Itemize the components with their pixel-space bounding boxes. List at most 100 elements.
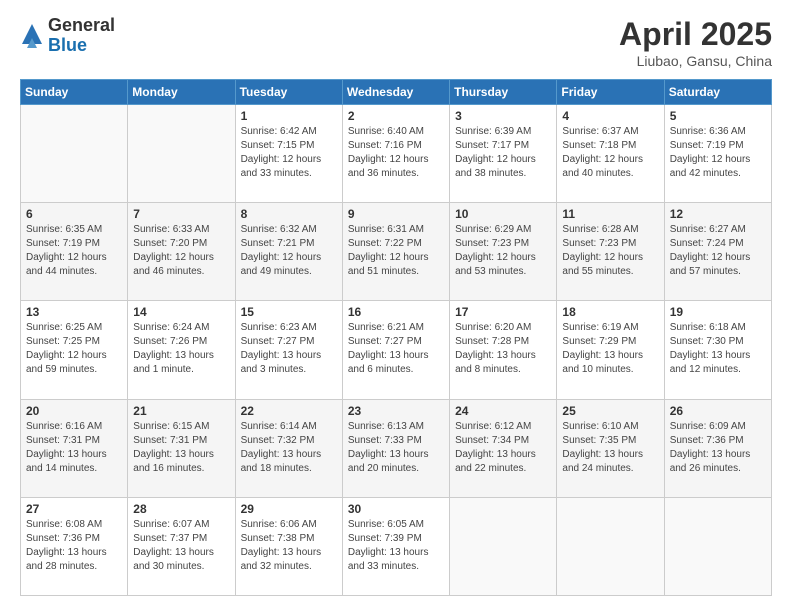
calendar-cell-0-0: [21, 105, 128, 203]
calendar-cell-4-0: 27Sunrise: 6:08 AM Sunset: 7:36 PM Dayli…: [21, 497, 128, 595]
calendar-cell-2-6: 19 Sunrise: 6:18 AM Sunset: 7:30 PM Dayli…: [664, 301, 771, 399]
day-info-26: Sunrise: 6:09 AM Sunset: 7:36 PM Dayligh…: [670, 420, 766, 476]
header-tuesday: Tuesday: [235, 80, 342, 105]
day-number-21: 21: [133, 404, 229, 418]
header-saturday: Saturday: [664, 80, 771, 105]
day-info-1: Sunrise: 6:42 AM Sunset: 7:15 PM Dayligh…: [241, 125, 337, 181]
day-number-22: 22: [241, 404, 337, 418]
title-block: April 2025 Liubao, Gansu, China: [619, 16, 772, 69]
calendar-cell-0-4: 3 Sunrise: 6:39 AM Sunset: 7:17 PM Daylig…: [450, 105, 557, 203]
header-friday: Friday: [557, 80, 664, 105]
calendar-cell-1-4: 10 Sunrise: 6:29 AM Sunset: 7:23 PM Dayli…: [450, 203, 557, 301]
calendar-cell-4-5: [557, 497, 664, 595]
day-info-4: Sunrise: 6:37 AM Sunset: 7:18 PM Dayligh…: [562, 125, 658, 181]
calendar-cell-4-3: 30 Sunrise: 6:05 AM Sunset: 7:39 PM Dayli…: [342, 497, 449, 595]
day-number-29: 29: [241, 502, 337, 516]
day-number-12: 12: [670, 207, 766, 221]
logo-icon: [22, 24, 42, 48]
logo-text: General Blue: [48, 16, 115, 56]
day-info-24: Sunrise: 6:12 AM Sunset: 7:34 PM Dayligh…: [455, 420, 551, 476]
calendar-cell-4-2: 29 Sunrise: 6:06 AM Sunset: 7:38 PM Dayli…: [235, 497, 342, 595]
page: General Blue April 2025 Liubao, Gansu, C…: [0, 0, 792, 612]
day-number-11: 11: [562, 207, 658, 221]
day-info-10: Sunrise: 6:29 AM Sunset: 7:23 PM Dayligh…: [455, 223, 551, 279]
calendar-cell-3-0: 20Sunrise: 6:16 AM Sunset: 7:31 PM Dayli…: [21, 399, 128, 497]
day-info-14: Sunrise: 6:24 AM Sunset: 7:26 PM Dayligh…: [133, 321, 229, 377]
calendar-cell-1-3: 9 Sunrise: 6:31 AM Sunset: 7:22 PM Daylig…: [342, 203, 449, 301]
calendar-cell-3-5: 25Sunrise: 6:10 AM Sunset: 7:35 PM Dayli…: [557, 399, 664, 497]
week-row-0: 1 Sunrise: 6:42 AM Sunset: 7:15 PM Daylig…: [21, 105, 772, 203]
calendar-cell-1-1: 7 Sunrise: 6:33 AM Sunset: 7:20 PM Daylig…: [128, 203, 235, 301]
day-number-24: 24: [455, 404, 551, 418]
day-number-7: 7: [133, 207, 229, 221]
day-info-3: Sunrise: 6:39 AM Sunset: 7:17 PM Dayligh…: [455, 125, 551, 181]
calendar-cell-0-6: 5Sunrise: 6:36 AM Sunset: 7:19 PM Daylig…: [664, 105, 771, 203]
day-number-9: 9: [348, 207, 444, 221]
calendar-cell-2-3: 16Sunrise: 6:21 AM Sunset: 7:27 PM Dayli…: [342, 301, 449, 399]
day-number-18: 18: [562, 305, 658, 319]
day-info-23: Sunrise: 6:13 AM Sunset: 7:33 PM Dayligh…: [348, 420, 444, 476]
logo: General Blue: [20, 16, 115, 56]
day-number-15: 15: [241, 305, 337, 319]
day-info-28: Sunrise: 6:07 AM Sunset: 7:37 PM Dayligh…: [133, 518, 229, 574]
calendar-table: Sunday Monday Tuesday Wednesday Thursday…: [20, 79, 772, 596]
day-number-4: 4: [562, 109, 658, 123]
day-number-10: 10: [455, 207, 551, 221]
header-thursday: Thursday: [450, 80, 557, 105]
day-info-2: Sunrise: 6:40 AM Sunset: 7:16 PM Dayligh…: [348, 125, 444, 181]
day-info-30: Sunrise: 6:05 AM Sunset: 7:39 PM Dayligh…: [348, 518, 444, 574]
day-info-15: Sunrise: 6:23 AM Sunset: 7:27 PM Dayligh…: [241, 321, 337, 377]
day-info-29: Sunrise: 6:06 AM Sunset: 7:38 PM Dayligh…: [241, 518, 337, 574]
header-sunday: Sunday: [21, 80, 128, 105]
day-info-7: Sunrise: 6:33 AM Sunset: 7:20 PM Dayligh…: [133, 223, 229, 279]
day-number-20: 20: [26, 404, 122, 418]
calendar-cell-2-5: 18 Sunrise: 6:19 AM Sunset: 7:29 PM Dayli…: [557, 301, 664, 399]
day-info-16: Sunrise: 6:21 AM Sunset: 7:27 PM Dayligh…: [348, 321, 444, 377]
day-info-21: Sunrise: 6:15 AM Sunset: 7:31 PM Dayligh…: [133, 420, 229, 476]
calendar-cell-2-4: 17 Sunrise: 6:20 AM Sunset: 7:28 PM Dayli…: [450, 301, 557, 399]
calendar-header-row: Sunday Monday Tuesday Wednesday Thursday…: [21, 80, 772, 105]
calendar-cell-3-4: 24 Sunrise: 6:12 AM Sunset: 7:34 PM Dayli…: [450, 399, 557, 497]
day-number-1: 1: [241, 109, 337, 123]
calendar-cell-1-2: 8Sunrise: 6:32 AM Sunset: 7:21 PM Daylig…: [235, 203, 342, 301]
header-wednesday: Wednesday: [342, 80, 449, 105]
calendar-cell-3-2: 22 Sunrise: 6:14 AM Sunset: 7:32 PM Dayli…: [235, 399, 342, 497]
day-number-19: 19: [670, 305, 766, 319]
calendar-cell-3-3: 23Sunrise: 6:13 AM Sunset: 7:33 PM Dayli…: [342, 399, 449, 497]
day-info-13: Sunrise: 6:25 AM Sunset: 7:25 PM Dayligh…: [26, 321, 122, 377]
day-number-5: 5: [670, 109, 766, 123]
calendar-cell-0-3: 2Sunrise: 6:40 AM Sunset: 7:16 PM Daylig…: [342, 105, 449, 203]
calendar-cell-2-0: 13Sunrise: 6:25 AM Sunset: 7:25 PM Dayli…: [21, 301, 128, 399]
day-info-9: Sunrise: 6:31 AM Sunset: 7:22 PM Dayligh…: [348, 223, 444, 279]
calendar-cell-0-2: 1 Sunrise: 6:42 AM Sunset: 7:15 PM Daylig…: [235, 105, 342, 203]
week-row-4: 27Sunrise: 6:08 AM Sunset: 7:36 PM Dayli…: [21, 497, 772, 595]
calendar-cell-0-5: 4 Sunrise: 6:37 AM Sunset: 7:18 PM Daylig…: [557, 105, 664, 203]
calendar-cell-2-2: 15 Sunrise: 6:23 AM Sunset: 7:27 PM Dayli…: [235, 301, 342, 399]
day-info-22: Sunrise: 6:14 AM Sunset: 7:32 PM Dayligh…: [241, 420, 337, 476]
day-info-25: Sunrise: 6:10 AM Sunset: 7:35 PM Dayligh…: [562, 420, 658, 476]
week-row-1: 6 Sunrise: 6:35 AM Sunset: 7:19 PM Daylig…: [21, 203, 772, 301]
day-number-3: 3: [455, 109, 551, 123]
day-number-28: 28: [133, 502, 229, 516]
location-subtitle: Liubao, Gansu, China: [619, 53, 772, 69]
day-info-18: Sunrise: 6:19 AM Sunset: 7:29 PM Dayligh…: [562, 321, 658, 377]
header-monday: Monday: [128, 80, 235, 105]
day-number-30: 30: [348, 502, 444, 516]
calendar-cell-2-1: 14 Sunrise: 6:24 AM Sunset: 7:26 PM Dayli…: [128, 301, 235, 399]
logo-general-text: General: [48, 16, 115, 36]
calendar-cell-4-4: [450, 497, 557, 595]
calendar-cell-4-6: [664, 497, 771, 595]
day-number-17: 17: [455, 305, 551, 319]
calendar-cell-3-1: 21 Sunrise: 6:15 AM Sunset: 7:31 PM Dayli…: [128, 399, 235, 497]
month-title: April 2025: [619, 16, 772, 53]
day-info-17: Sunrise: 6:20 AM Sunset: 7:28 PM Dayligh…: [455, 321, 551, 377]
calendar-cell-3-6: 26 Sunrise: 6:09 AM Sunset: 7:36 PM Dayli…: [664, 399, 771, 497]
calendar-cell-0-1: [128, 105, 235, 203]
day-number-6: 6: [26, 207, 122, 221]
day-info-6: Sunrise: 6:35 AM Sunset: 7:19 PM Dayligh…: [26, 223, 122, 279]
day-number-26: 26: [670, 404, 766, 418]
day-number-14: 14: [133, 305, 229, 319]
day-info-19: Sunrise: 6:18 AM Sunset: 7:30 PM Dayligh…: [670, 321, 766, 377]
calendar-cell-1-5: 11Sunrise: 6:28 AM Sunset: 7:23 PM Dayli…: [557, 203, 664, 301]
logo-blue-text: Blue: [48, 36, 115, 56]
